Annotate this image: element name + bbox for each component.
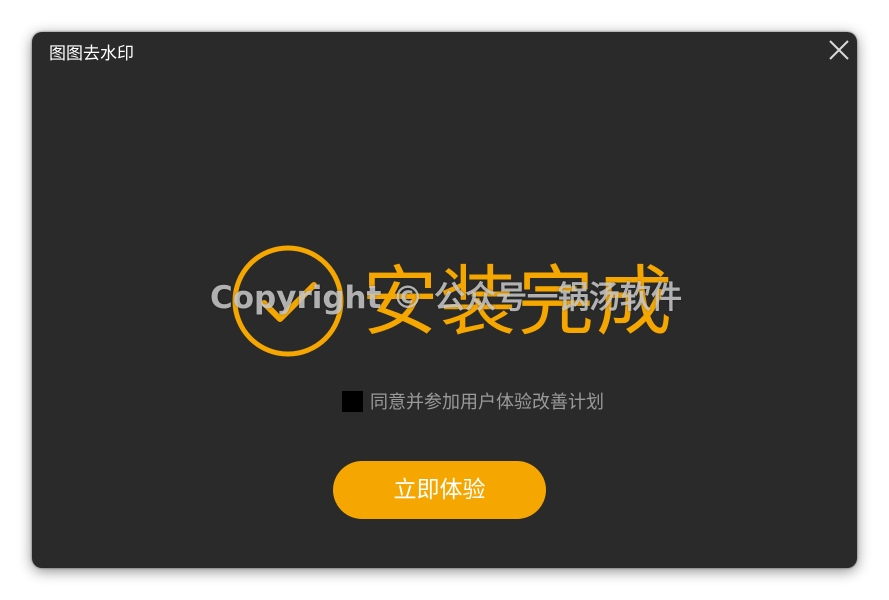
close-button[interactable] [827,38,851,62]
agree-checkbox[interactable] [342,390,363,412]
close-icon [829,40,849,60]
agree-label: 同意并参加用户体验改善计划 [370,392,604,413]
installer-window: 图图去水印 安装完成 Copyright © 公众号一锅汤软件 同意并参加用户体… [32,32,857,568]
copyright-watermark: Copyright © 公众号一锅汤软件 [210,280,683,316]
start-now-button[interactable]: 立即体验 [333,461,546,519]
window-title: 图图去水印 [49,44,134,64]
agree-checkbox-row[interactable]: 同意并参加用户体验改善计划 [342,389,604,413]
